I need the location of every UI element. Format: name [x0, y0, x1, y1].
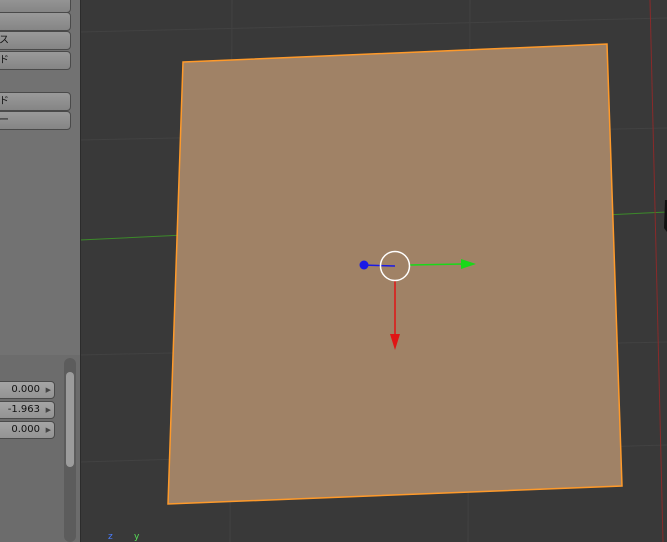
manipulator-y-axis — [409, 263, 464, 266]
3d-viewport[interactable] — [0, 0, 667, 542]
value-field-1[interactable]: 0.000 ▶ — [0, 381, 55, 399]
manipulator-z-handle[interactable] — [359, 260, 369, 270]
value-field-3[interactable]: 0.000 ▶ — [0, 421, 55, 439]
tool-button-2[interactable] — [0, 12, 71, 31]
tool-button-4[interactable]: ド — [0, 51, 71, 70]
tool-button-3[interactable]: ス — [0, 31, 71, 50]
panel-scrollbar-thumb[interactable] — [66, 372, 74, 467]
tool-button-6[interactable]: ー — [0, 111, 71, 130]
value-field-1-text: 0.000 — [11, 384, 40, 395]
value-field-3-text: 0.000 — [11, 424, 40, 435]
increment-arrow-icon[interactable]: ▶ — [46, 422, 51, 438]
value-field-2[interactable]: -1.963 ▶ — [0, 401, 55, 419]
axis-hint-z: z — [108, 532, 113, 542]
tool-button-5[interactable]: ド — [0, 92, 71, 111]
value-field-2-text: -1.963 — [7, 404, 40, 415]
selected-plane[interactable] — [167, 43, 623, 505]
increment-arrow-icon[interactable]: ▶ — [46, 382, 51, 398]
increment-arrow-icon[interactable]: ▶ — [46, 402, 51, 418]
tool-shelf: ス ド ド ー 0.000 ▶ -1.963 ▶ 0.000 ▶ — [0, 0, 81, 542]
floor-x-axis-line — [649, 0, 664, 542]
axis-hint-y: y — [134, 532, 140, 542]
